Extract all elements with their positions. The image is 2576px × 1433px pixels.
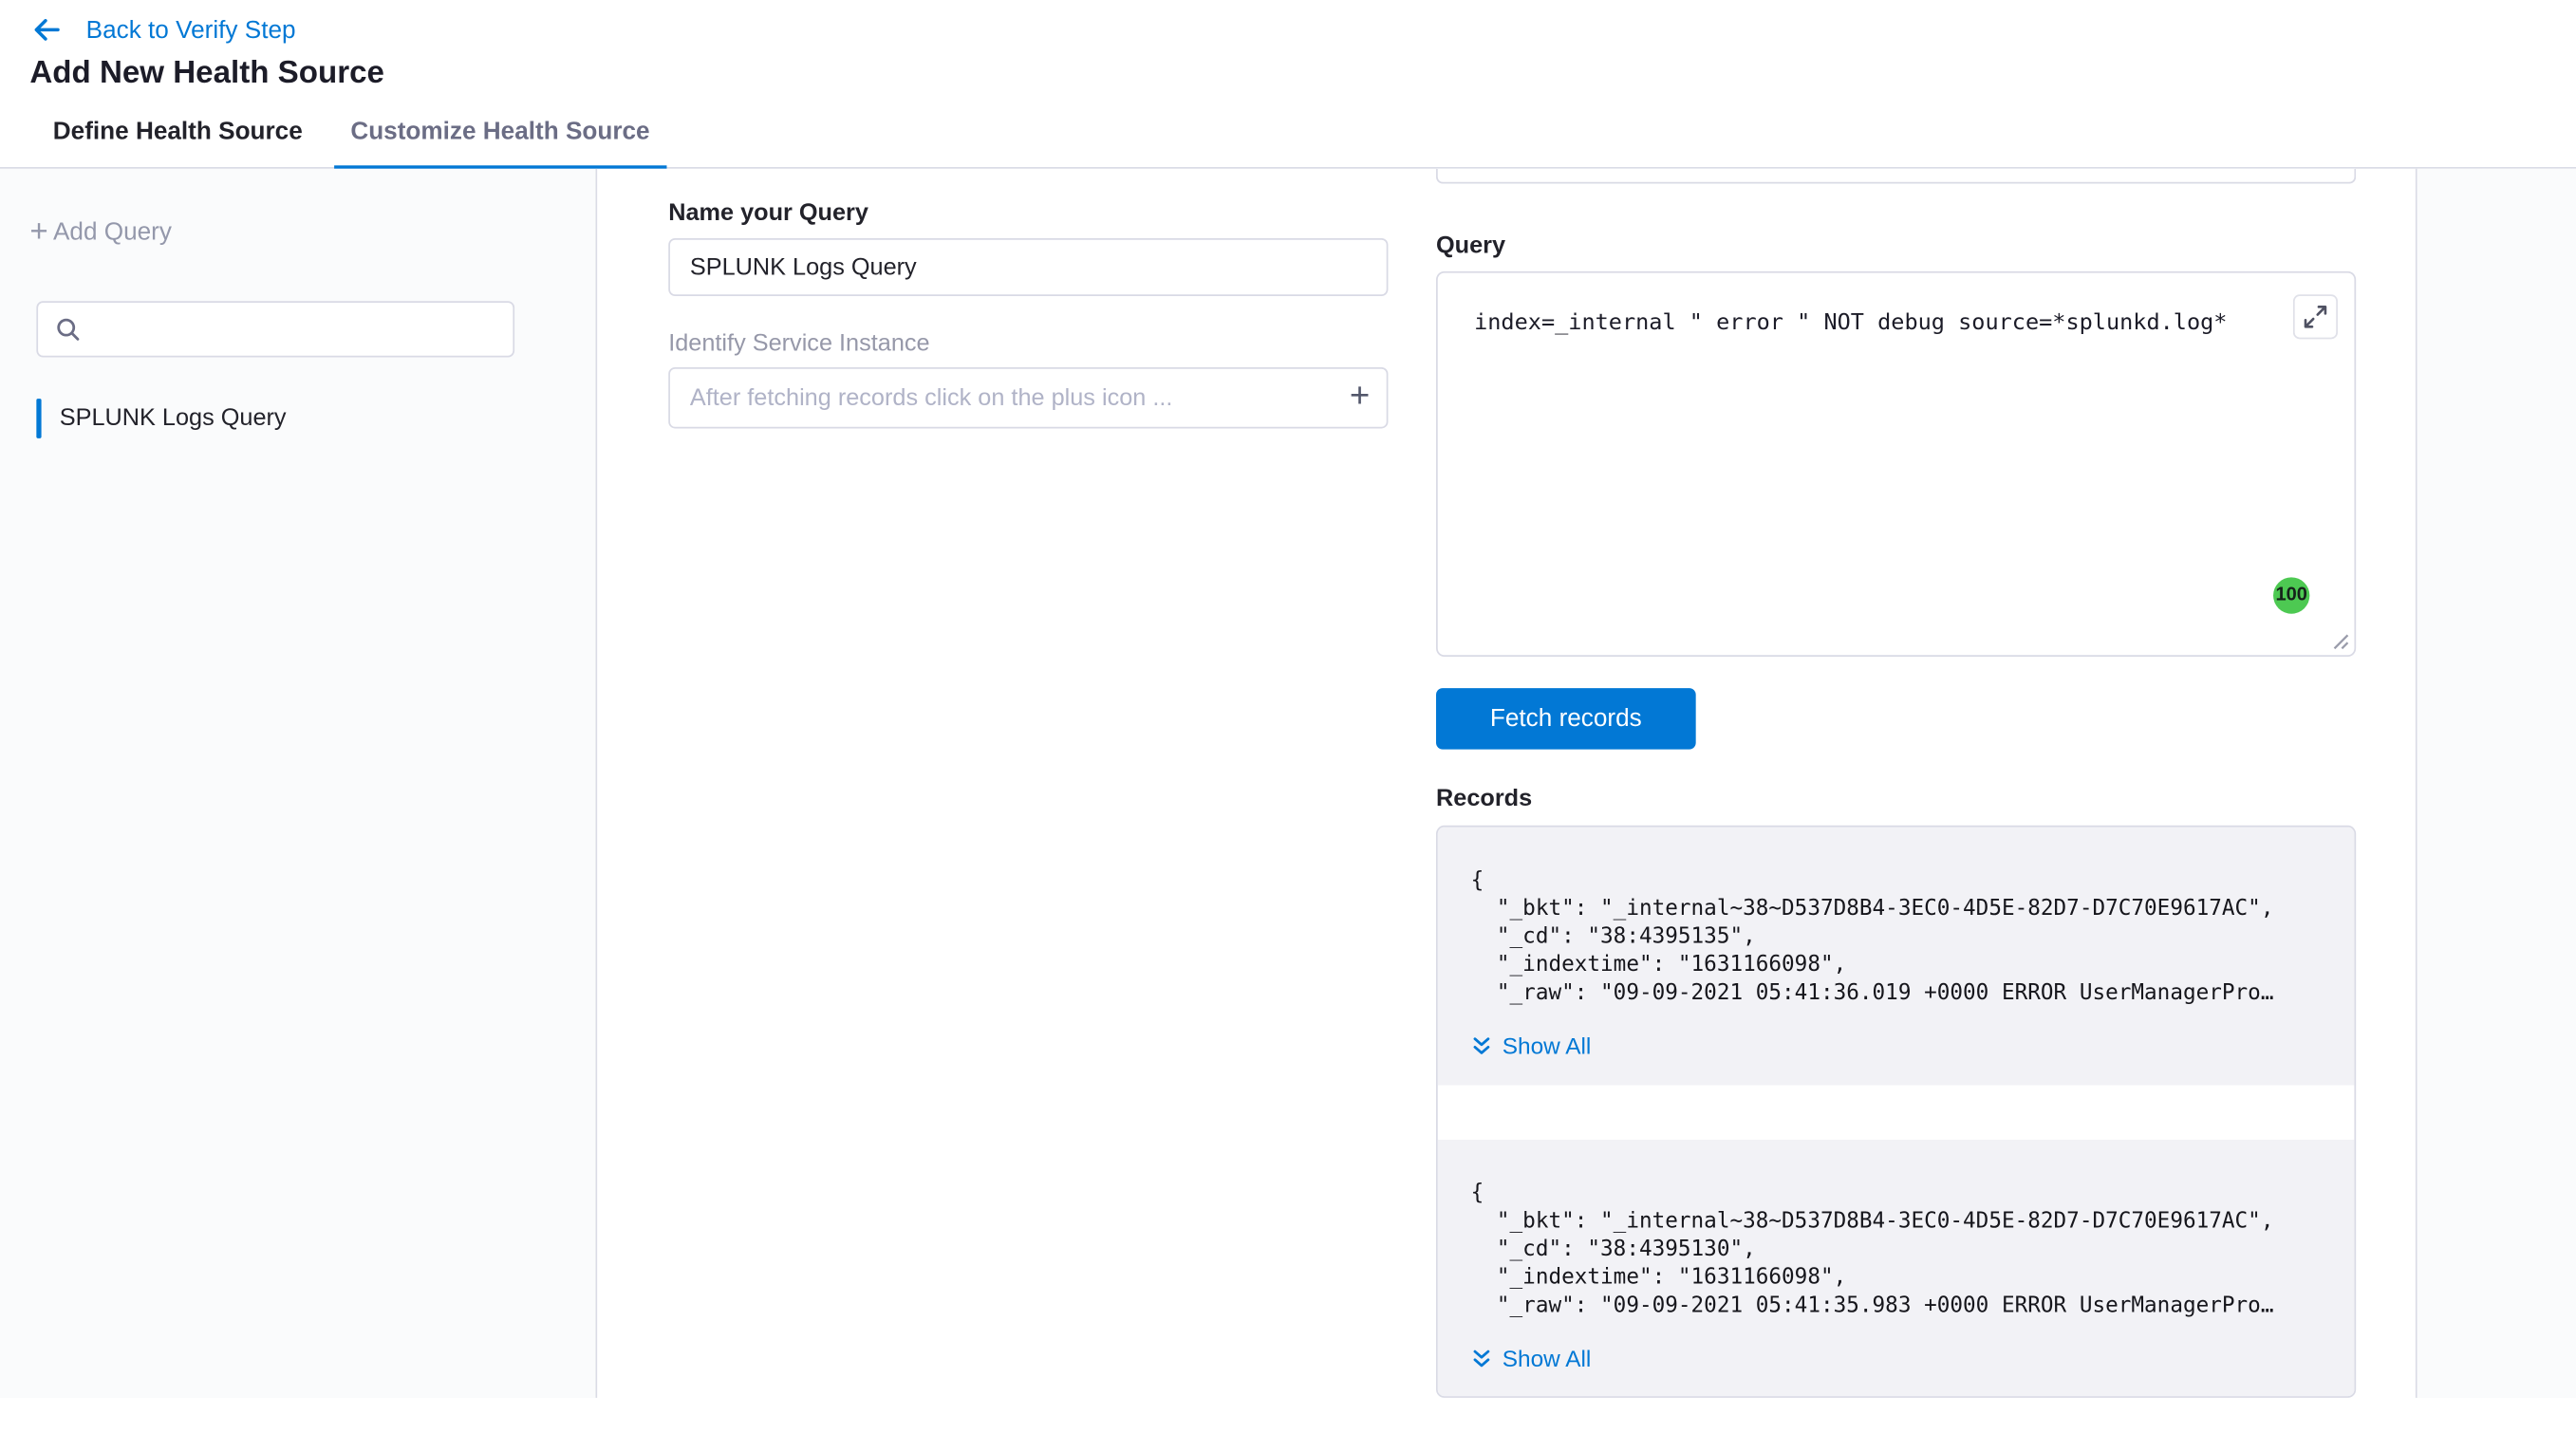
record-line: "_raw": "09-09-2021 05:41:35.983 +0000 E… (1471, 1292, 2322, 1320)
partial-select-bottom[interactable] (1436, 169, 2356, 184)
identify-service-instance-label: Identify Service Instance (668, 331, 929, 358)
query-search-input[interactable] (94, 303, 513, 356)
service-instance-field-wrap: + (668, 367, 1388, 428)
record-line: "_bkt": "_internal~38~D537D8B4-3EC0-4D5E… (1471, 1207, 2322, 1236)
sidebar-item-splunk-logs-query[interactable]: SPLUNK Logs Query (36, 394, 532, 443)
selected-indicator-bar (36, 399, 41, 438)
record-line: "_cd": "38:4395130", (1471, 1236, 2322, 1264)
record-card: { "_bkt": "_internal~38~D537D8B4-3EC0-4D… (1438, 1140, 2355, 1398)
query-textarea[interactable]: index=_internal " error " NOT debug sour… (1436, 271, 2356, 657)
back-arrow-icon[interactable] (29, 13, 63, 47)
query-sidebar: + Add Query SPLUNK Logs Query (0, 169, 597, 1398)
record-count-badge: 100 (2273, 577, 2309, 613)
page-title: Add New Health Source (0, 47, 2576, 93)
main-panel: Name your Query Identify Service Instanc… (597, 169, 2576, 1398)
fetch-records-button[interactable]: Fetch records (1436, 688, 1696, 749)
expand-query-button[interactable] (2293, 294, 2338, 339)
add-service-instance-plus-icon[interactable]: + (1350, 376, 1370, 419)
content-area: + Add Query SPLUNK Logs Query (0, 169, 2576, 1398)
query-name-input[interactable] (668, 238, 1388, 296)
query-label: Query (1436, 233, 1505, 260)
show-all-link[interactable]: Show All (1471, 1345, 2322, 1371)
double-chevron-down-icon (1471, 1348, 1493, 1369)
record-line: "_raw": "09-09-2021 05:41:36.019 +0000 E… (1471, 979, 2322, 1008)
show-all-link[interactable]: Show All (1471, 1033, 2322, 1059)
query-search-box (36, 301, 514, 357)
show-all-label: Show All (1503, 1033, 1592, 1059)
record-line: "_cd": "38:4395135", (1471, 923, 2322, 952)
search-icon (55, 316, 82, 343)
query-text: index=_internal " error " NOT debug sour… (1474, 309, 2255, 336)
right-gutter (2417, 169, 2576, 1398)
record-line: { (1471, 1180, 2322, 1208)
record-line: "_indextime": "1631166098", (1471, 951, 2322, 979)
tab-define-health-source[interactable]: Define Health Source (53, 118, 303, 167)
back-to-verify-link[interactable]: Back to Verify Step (86, 16, 296, 45)
record-card: { "_bkt": "_internal~38~D537D8B4-3EC0-4D… (1438, 828, 2355, 1086)
record-line: { (1471, 866, 2322, 895)
name-your-query-label: Name your Query (668, 200, 868, 227)
show-all-label: Show All (1503, 1345, 1592, 1371)
add-query-button[interactable]: + Add Query (29, 218, 172, 247)
add-health-source-screen: Back to Verify Step Add New Health Sourc… (0, 0, 2576, 1433)
wizard-tabs: Define Health Source Customize Health So… (0, 118, 2576, 169)
back-row: Back to Verify Step (0, 0, 2576, 47)
resize-handle[interactable] (2331, 632, 2349, 650)
tab-customize-health-source[interactable]: Customize Health Source (334, 118, 666, 169)
record-line: "_indextime": "1631166098", (1471, 1264, 2322, 1293)
double-chevron-down-icon (1471, 1034, 1493, 1056)
service-instance-input[interactable] (668, 367, 1388, 428)
records-label: Records (1436, 786, 1532, 812)
records-panel: { "_bkt": "_internal~38~D537D8B4-3EC0-4D… (1436, 826, 2356, 1398)
expand-icon (2303, 305, 2327, 329)
plus-icon: + (29, 220, 47, 245)
record-line: "_bkt": "_internal~38~D537D8B4-3EC0-4D5E… (1471, 895, 2322, 923)
add-query-label: Add Query (53, 218, 172, 247)
page-header: Back to Verify Step Add New Health Sourc… (0, 0, 2576, 169)
query-item-label: SPLUNK Logs Query (60, 405, 287, 432)
